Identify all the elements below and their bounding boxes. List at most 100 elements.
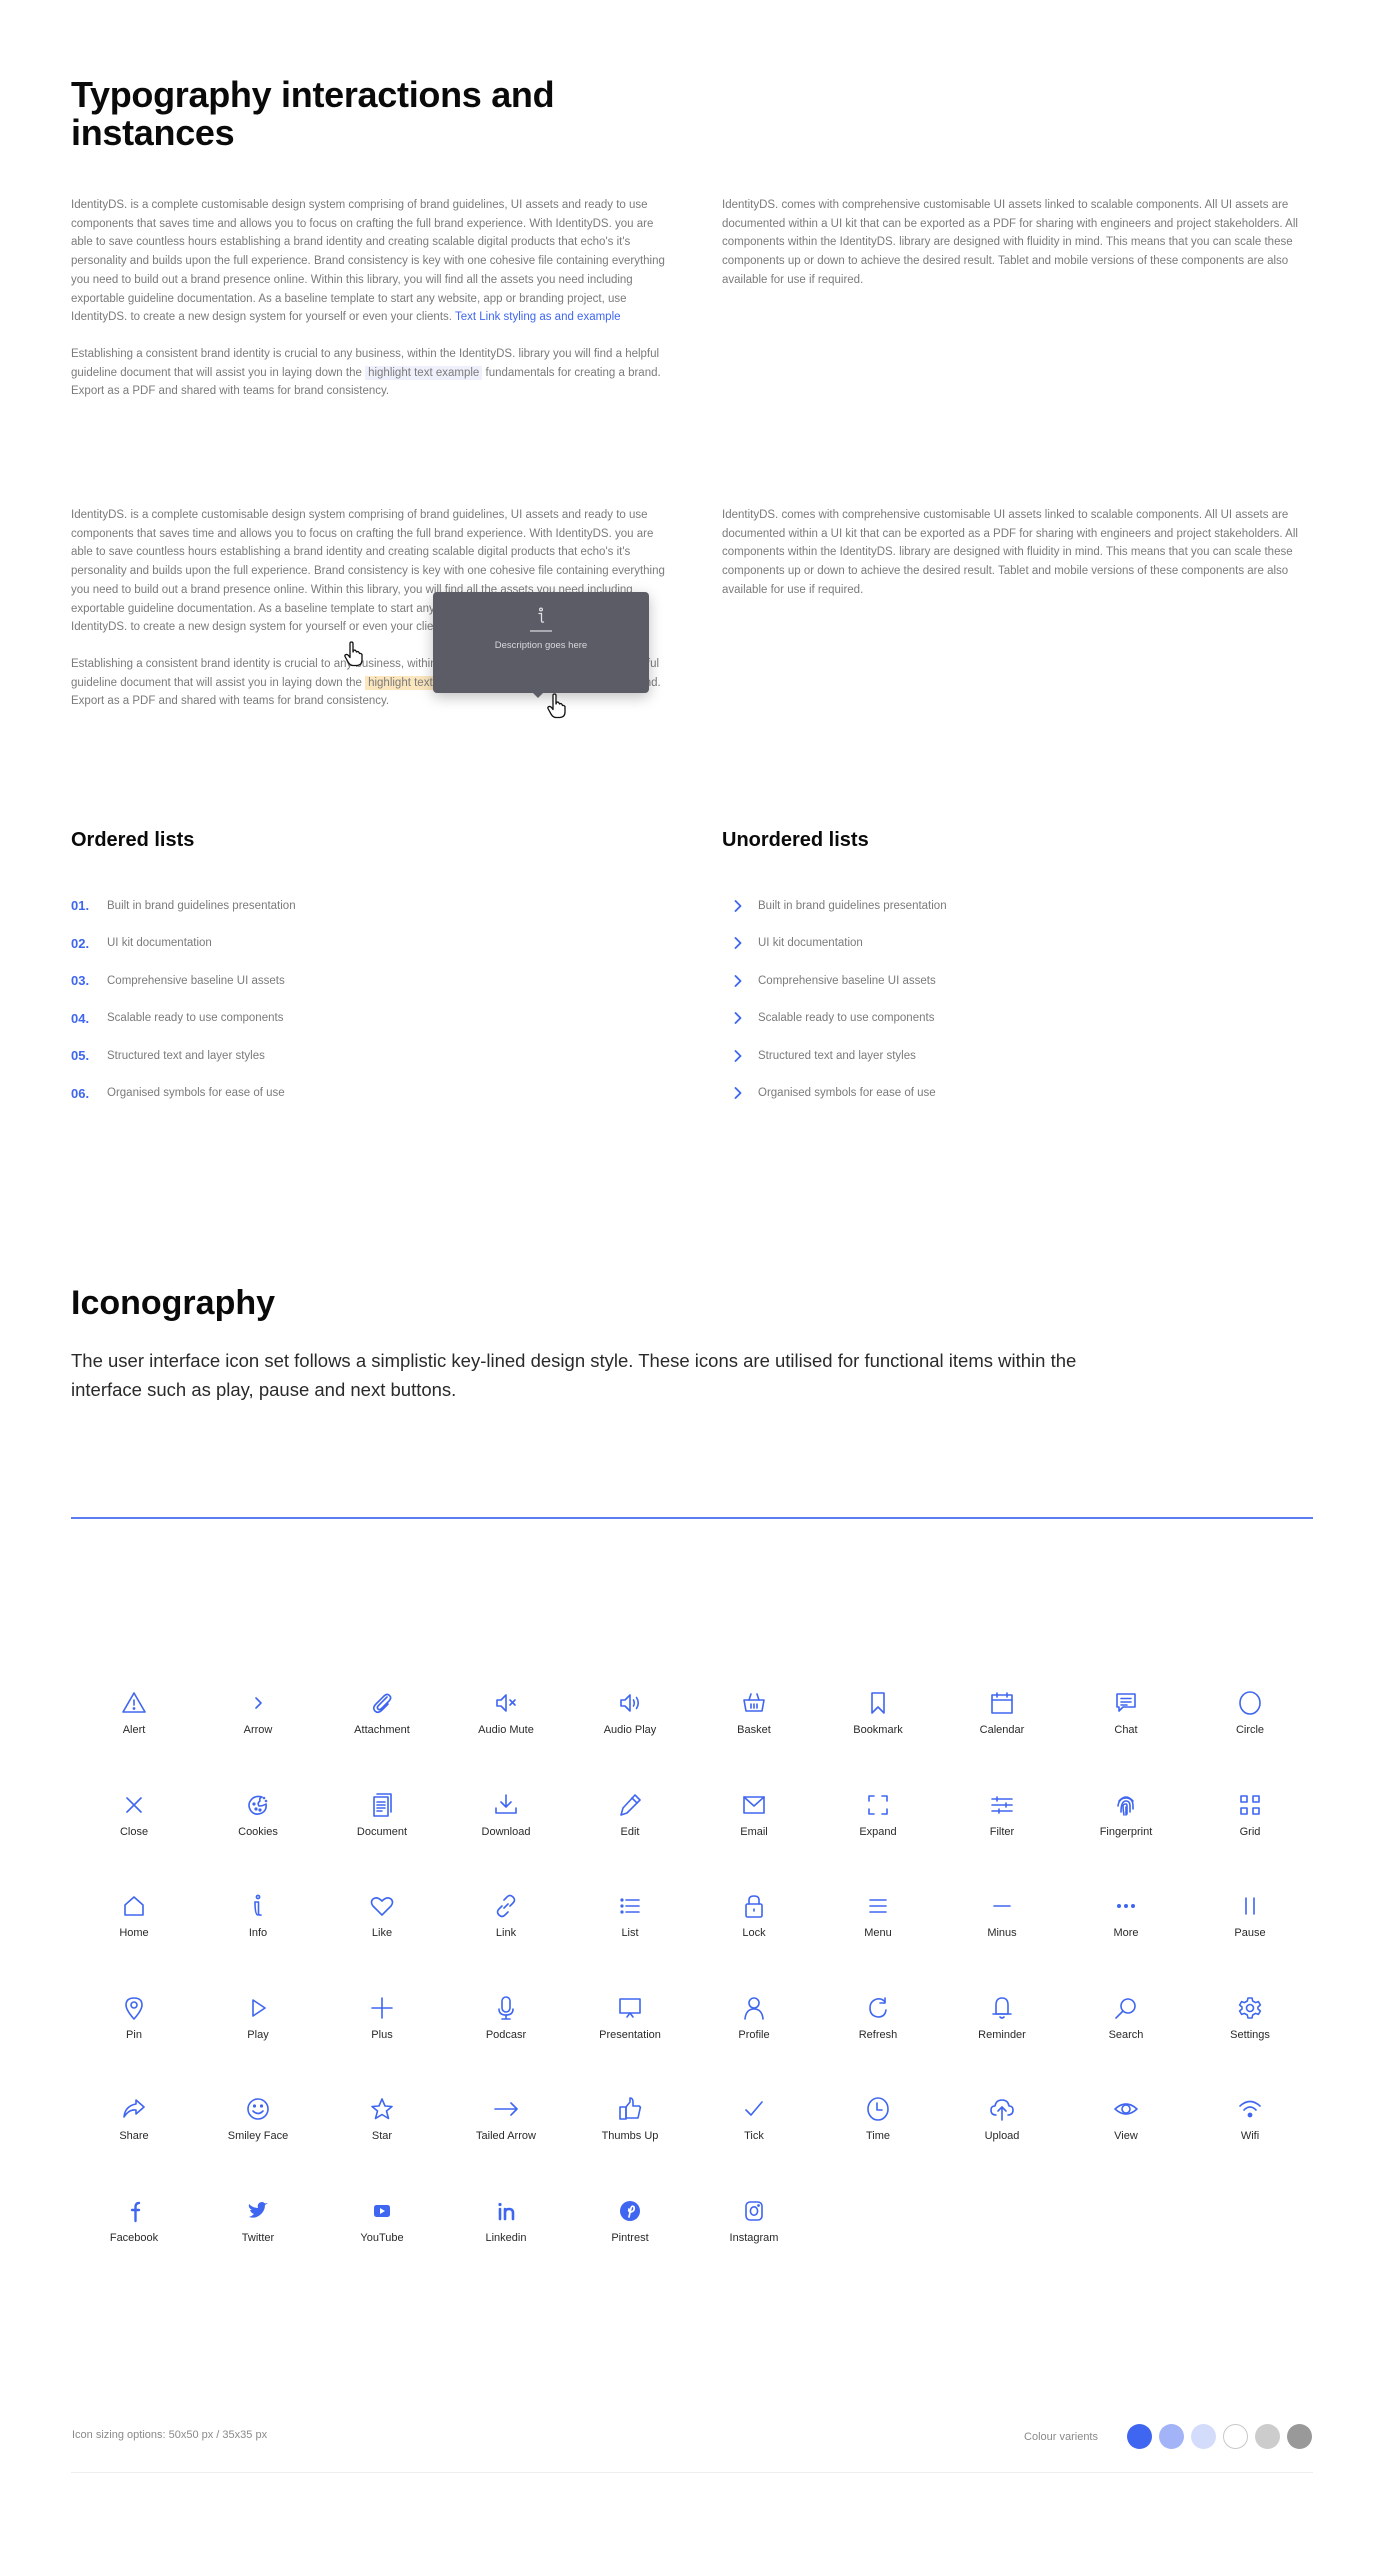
icon-label: Star xyxy=(371,2130,393,2143)
icon-tile-reminder[interactable]: Reminder xyxy=(940,1995,1064,2097)
icon-tile-youtube[interactable]: YouTube xyxy=(320,2198,444,2300)
icon-tile-podcast[interactable]: Podcasr xyxy=(444,1995,568,2097)
colour-swatch[interactable] xyxy=(1191,2424,1216,2449)
icon-tile-tailed-arrow[interactable]: Tailed Arrow xyxy=(444,2096,568,2198)
icon-tile-linkedin[interactable]: Linkedin xyxy=(444,2198,568,2300)
icon-tile-upload[interactable]: Upload xyxy=(940,2096,1064,2198)
icon-tile-download[interactable]: Download xyxy=(444,1792,568,1894)
icon-tile-refresh[interactable]: Refresh xyxy=(816,1995,940,2097)
icon-tile-play[interactable]: Play xyxy=(196,1995,320,2097)
icon-tile-expand[interactable]: Expand xyxy=(816,1792,940,1894)
icon-tile-alert[interactable]: Alert xyxy=(72,1690,196,1792)
icon-tile-plus[interactable]: Plus xyxy=(320,1995,444,2097)
chevron-right-icon xyxy=(722,937,758,950)
icon-tile-document[interactable]: Document xyxy=(320,1792,444,1894)
icon-tile-time[interactable]: Time xyxy=(816,2096,940,2198)
hand-cursor-icon xyxy=(547,693,566,719)
icon-tile-grid[interactable]: Grid xyxy=(1188,1792,1312,1894)
expand-icon xyxy=(868,1794,888,1815)
chevron-right-icon xyxy=(722,1049,758,1062)
minus-icon xyxy=(993,1905,1011,1907)
icon-tile-chat[interactable]: Chat xyxy=(1064,1690,1188,1792)
email-icon xyxy=(743,1795,765,1814)
icon-label: Play xyxy=(247,2028,269,2041)
icon-tile-search[interactable]: Search xyxy=(1064,1995,1188,2097)
icon-tile-pause[interactable]: Pause xyxy=(1188,1893,1312,1995)
icon-tile-twitter[interactable]: Twitter xyxy=(196,2198,320,2300)
icon-tile-calendar[interactable]: Calendar xyxy=(940,1690,1064,1792)
icon-tile-email[interactable]: Email xyxy=(692,1792,816,1894)
icon-tile-audio-play[interactable]: Audio Play xyxy=(568,1690,692,1792)
icon-tile-like[interactable]: Like xyxy=(320,1893,444,1995)
close-icon xyxy=(126,1796,142,1813)
icon-tile-arrow[interactable]: Arrow xyxy=(196,1690,320,1792)
colour-swatch[interactable] xyxy=(1223,2424,1248,2449)
search-icon xyxy=(1115,1997,1136,2019)
chevron-right-icon xyxy=(722,1087,758,1100)
fingerprint-icon xyxy=(1117,1795,1134,1816)
icon-label: Profile xyxy=(738,2028,770,2041)
icon-tile-presentation[interactable]: Presentation xyxy=(568,1995,692,2097)
icon-tile-bookmark[interactable]: Bookmark xyxy=(816,1690,940,1792)
ordered-list-item: 06. Organised symbols for ease of use xyxy=(71,1075,296,1113)
icon-label: Download xyxy=(481,1825,531,1838)
icon-tile-home[interactable]: Home xyxy=(72,1893,196,1995)
pause-icon xyxy=(1245,1897,1255,1915)
unordered-lists-heading: Unordered lists xyxy=(722,829,869,851)
icon-tile-basket[interactable]: Basket xyxy=(692,1690,816,1792)
play-icon xyxy=(252,1998,266,2017)
icon-tile-pinterest[interactable]: Pintrest xyxy=(568,2198,692,2300)
icon-tile-instagram[interactable]: Instagram xyxy=(692,2198,816,2300)
icon-tile-view[interactable]: View xyxy=(1064,2096,1188,2198)
ordered-list-item: 04. Scalable ready to use components xyxy=(71,1000,296,1038)
icon-tile-profile[interactable]: Profile xyxy=(692,1995,816,2097)
icon-tile-lock[interactable]: Lock xyxy=(692,1893,816,1995)
colour-swatch[interactable] xyxy=(1127,2424,1152,2449)
footer-divider xyxy=(71,2472,1313,2473)
icon-tile-circle[interactable]: Circle xyxy=(1188,1690,1312,1792)
icon-tile-pin[interactable]: Pin xyxy=(72,1995,196,2097)
icon-tile-tick[interactable]: Tick xyxy=(692,2096,816,2198)
icon-tile-cookies[interactable]: Cookies xyxy=(196,1792,320,1894)
audio-play-icon xyxy=(620,1694,640,1712)
icon-tile-info[interactable]: Info xyxy=(196,1893,320,1995)
profile-icon xyxy=(744,1996,764,2020)
colour-swatch[interactable] xyxy=(1287,2424,1312,2449)
typography-block-1-right: IdentityDS. comes with comprehensive cus… xyxy=(722,196,1312,308)
icon-tile-fingerprint[interactable]: Fingerprint xyxy=(1064,1792,1188,1894)
icon-tile-link[interactable]: Link xyxy=(444,1893,568,1995)
icon-label: YouTube xyxy=(360,2231,404,2244)
icon-tile-minus[interactable]: Minus xyxy=(940,1893,1064,1995)
ordered-list-item: 05. Structured text and layer styles xyxy=(71,1037,296,1075)
attachment-icon xyxy=(372,1693,392,1714)
icon-tile-close[interactable]: Close xyxy=(72,1792,196,1894)
presentation-icon xyxy=(619,1997,641,2018)
icon-tile-star[interactable]: Star xyxy=(320,2096,444,2198)
colour-variants: Colour varients xyxy=(1024,2424,1312,2449)
icon-tile-facebook[interactable]: Facebook xyxy=(72,2198,196,2300)
icon-tile-menu[interactable]: Menu xyxy=(816,1893,940,1995)
icon-tile-thumbs-up[interactable]: Thumbs Up xyxy=(568,2096,692,2198)
icon-label: Presentation xyxy=(599,2028,661,2041)
colour-swatch[interactable] xyxy=(1255,2424,1280,2449)
text-link[interactable]: Text Link styling as and example xyxy=(455,311,621,323)
instagram-icon xyxy=(745,2201,763,2221)
icon-tile-smiley-face[interactable]: Smiley Face xyxy=(196,2096,320,2198)
icon-tile-settings[interactable]: Settings xyxy=(1188,1995,1312,2097)
icon-tile-edit[interactable]: Edit xyxy=(568,1792,692,1894)
icon-label: Podcasr xyxy=(485,2028,527,2041)
icon-tile-attachment[interactable]: Attachment xyxy=(320,1690,444,1792)
paragraph: IdentityDS. is a complete customisable d… xyxy=(71,199,665,324)
icon-label: Plus xyxy=(371,2028,393,2041)
list-number: 06. xyxy=(71,1085,90,1101)
icon-tile-list[interactable]: List xyxy=(568,1893,692,1995)
icon-tile-filter[interactable]: Filter xyxy=(940,1792,1064,1894)
icon-label: Audio Play xyxy=(603,1724,657,1736)
icon-tile-audio-mute[interactable]: Audio Mute xyxy=(444,1690,568,1792)
icon-label: Circle xyxy=(1235,1724,1265,1736)
colour-swatch[interactable] xyxy=(1159,2424,1184,2449)
icon-tile-more[interactable]: More xyxy=(1064,1893,1188,1995)
icon-label: Facebook xyxy=(109,2231,159,2244)
icon-tile-share[interactable]: Share xyxy=(72,2096,196,2198)
icon-tile-wifi[interactable]: Wifi xyxy=(1188,2096,1312,2198)
